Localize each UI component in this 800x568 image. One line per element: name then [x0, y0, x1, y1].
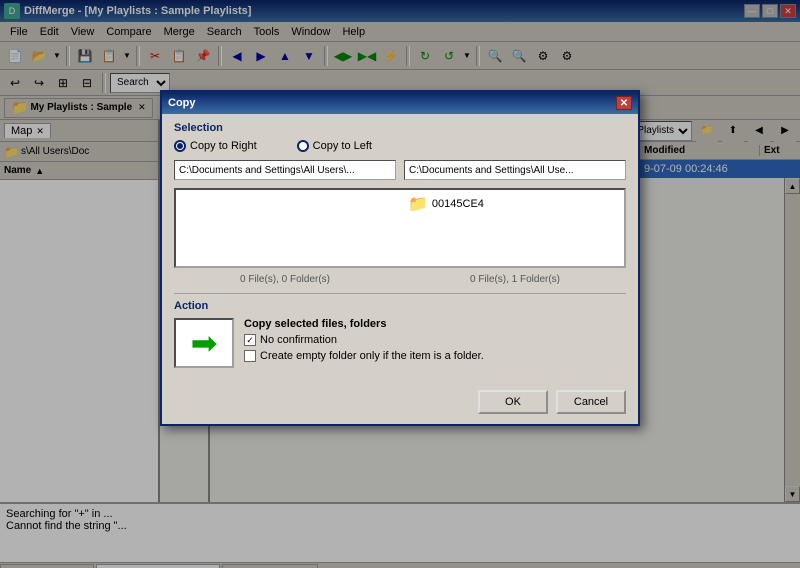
right-path-box: C:\Documents and Settings\All Use...: [404, 160, 626, 180]
left-summary: 0 File(s), 0 Folder(s): [174, 274, 396, 285]
right-summary: 0 File(s), 1 Folder(s): [404, 274, 626, 285]
file-name-right: 00145CE4: [432, 198, 484, 210]
copy-right-radio[interactable]: [174, 140, 186, 152]
file-folder-icon: 📁: [408, 194, 428, 214]
file-display-area: 📁 00145CE4: [174, 188, 626, 268]
modal-overlay: Copy ✕ Selection Copy to Right: [0, 0, 800, 568]
action-icon-box: ➡: [174, 318, 234, 368]
no-confirmation-row[interactable]: No confirmation: [244, 334, 626, 346]
modal-title: Copy: [168, 97, 196, 109]
action-arrow-icon: ➡: [191, 324, 218, 362]
modal-title-bar: Copy ✕: [162, 92, 638, 114]
modal-close-button[interactable]: ✕: [616, 96, 632, 110]
action-title: Copy selected files, folders: [244, 318, 626, 330]
action-details: Copy selected files, folders No confirma…: [244, 318, 626, 362]
no-confirmation-label: No confirmation: [260, 334, 337, 346]
empty-folder-label: Create empty folder only if the item is …: [260, 350, 484, 362]
file-row-right: 📁 00145CE4: [408, 194, 620, 214]
selection-label: Selection: [174, 122, 626, 134]
copy-left-option[interactable]: Copy to Left: [297, 140, 372, 152]
left-path-box: C:\Documents and Settings\All Users\...: [174, 160, 396, 180]
file-display-content: 📁 00145CE4: [176, 190, 624, 266]
file-display-right: 📁 00145CE4: [400, 194, 620, 262]
action-label: Action: [174, 300, 626, 312]
copy-right-label: Copy to Right: [190, 140, 257, 152]
modal-footer: OK Cancel: [162, 384, 638, 424]
empty-folder-checkbox[interactable]: [244, 350, 256, 362]
copy-dialog: Copy ✕ Selection Copy to Right: [160, 90, 640, 426]
empty-folder-row[interactable]: Create empty folder only if the item is …: [244, 350, 626, 362]
file-display-left: [180, 194, 392, 262]
path-boxes: C:\Documents and Settings\All Users\... …: [174, 160, 626, 180]
cancel-button[interactable]: Cancel: [556, 390, 626, 414]
copy-left-radio[interactable]: [297, 140, 309, 152]
section-divider: [174, 293, 626, 294]
summary-row: 0 File(s), 0 Folder(s) 0 File(s), 1 Fold…: [174, 274, 626, 285]
no-confirmation-checkbox[interactable]: [244, 334, 256, 346]
ok-button[interactable]: OK: [478, 390, 548, 414]
action-section: ➡ Copy selected files, folders No confir…: [174, 318, 626, 368]
copy-right-option[interactable]: Copy to Right: [174, 140, 257, 152]
copy-left-label: Copy to Left: [313, 140, 372, 152]
modal-body: Selection Copy to Right Copy to Left: [162, 114, 638, 384]
